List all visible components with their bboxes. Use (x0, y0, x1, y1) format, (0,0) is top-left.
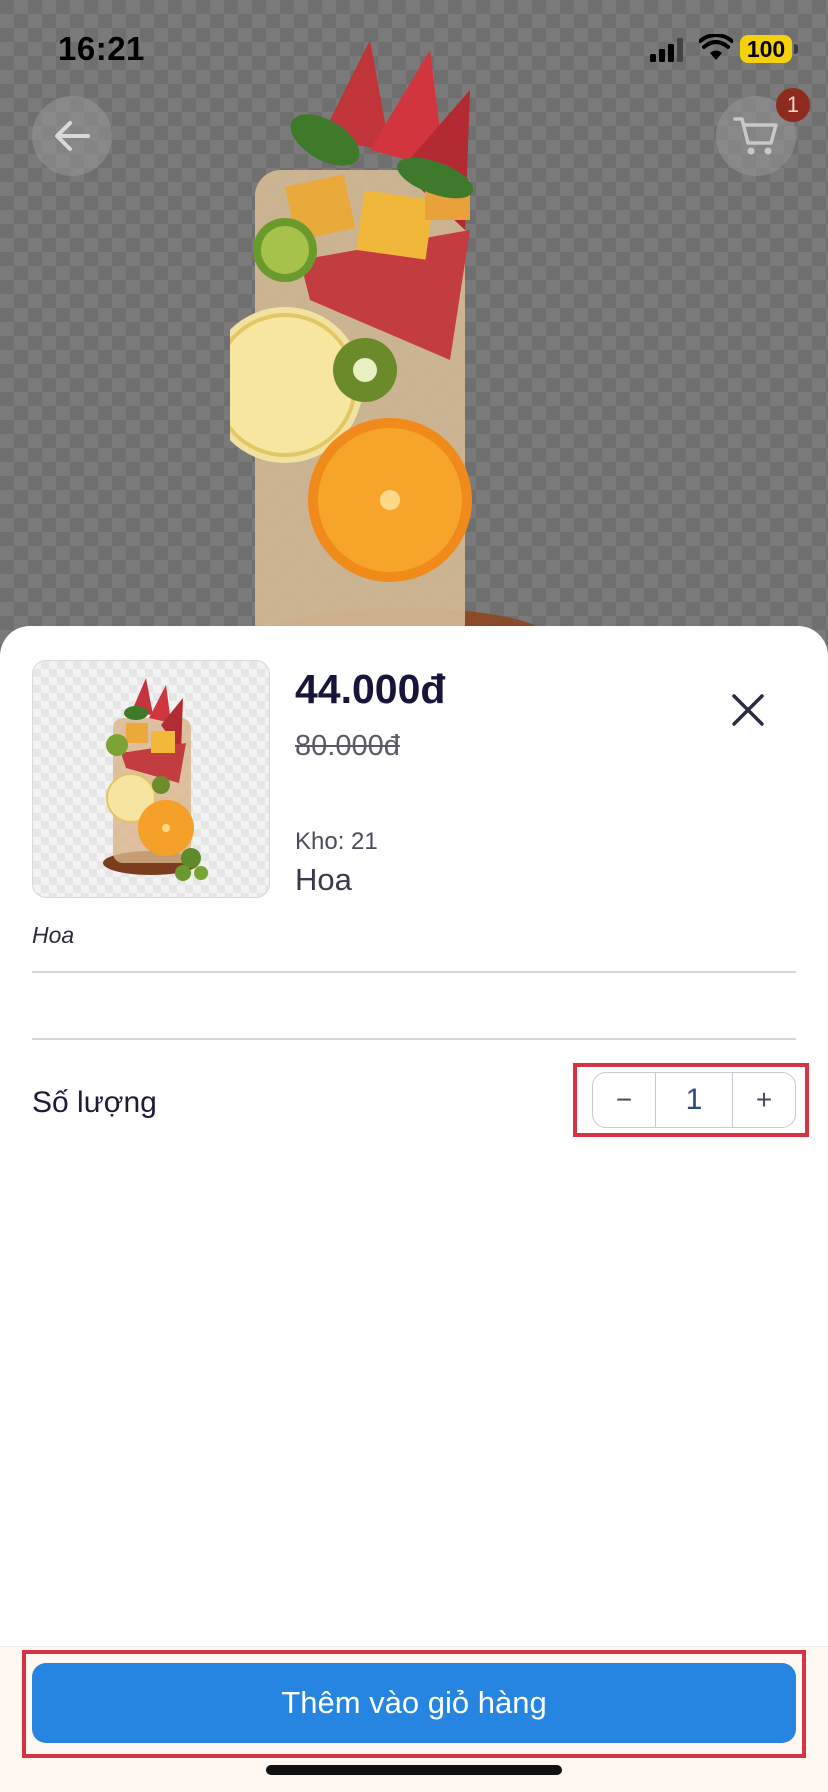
product-options-sheet: 44.000đ 80.000đ Kho: 21 Hoa Hoa Số lượng… (0, 626, 828, 1792)
status-time: 16:21 (58, 30, 145, 67)
back-button[interactable] (32, 96, 112, 176)
product-old-price: 80.000đ (295, 730, 400, 762)
divider (32, 1038, 796, 1040)
arrow-left-icon (55, 121, 90, 151)
quantity-value[interactable]: 1 (655, 1073, 733, 1127)
variant-description: Hoa (32, 922, 75, 948)
quantity-increase-button[interactable]: + (733, 1073, 795, 1127)
variant-name: Hoa (295, 862, 352, 897)
quantity-label: Số lượng (32, 1086, 157, 1119)
add-to-cart-button[interactable]: Thêm vào giỏ hàng (32, 1663, 796, 1743)
shopping-cart-icon (733, 117, 778, 155)
battery-indicator: 100 (740, 35, 798, 63)
home-indicator (266, 1765, 562, 1775)
quantity-decrease-button[interactable]: − (593, 1073, 655, 1127)
quantity-stepper: − 1 + (592, 1072, 796, 1128)
cart-count-badge: 1 (776, 88, 810, 122)
close-icon[interactable] (726, 688, 770, 732)
drink-image (230, 40, 555, 660)
divider (32, 971, 796, 973)
stock-count: Kho: 21 (295, 828, 378, 855)
product-thumbnail-image (103, 678, 208, 881)
cellular-signal-icon (650, 38, 683, 62)
wifi-icon (699, 34, 733, 60)
status-bar: 16:21 100 (0, 0, 828, 100)
product-price: 44.000đ (295, 666, 446, 712)
product-thumbnail (32, 660, 270, 898)
